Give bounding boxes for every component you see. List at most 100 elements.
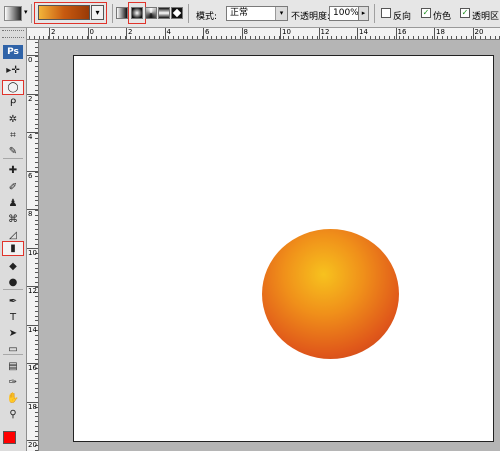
ruler-tick (105, 36, 107, 39)
vertical-ruler: 0 2 4 6 8 10 12 14 16 18 20 (27, 40, 39, 451)
ruler-tick (35, 176, 38, 178)
angle-gradient-button[interactable] (145, 7, 157, 19)
dither-label: 仿色 (433, 12, 452, 22)
ruler-tick (35, 334, 38, 336)
ruler-tick (91, 36, 93, 39)
ruler-tick (177, 36, 179, 39)
lasso-tool[interactable]: ᑭ (2, 96, 24, 111)
pen-tool[interactable]: ✒ (2, 294, 24, 309)
ruler-tick (35, 229, 38, 231)
ruler-tick (336, 36, 338, 39)
history-brush-tool[interactable]: ⌘ (2, 212, 24, 227)
magic-wand-tool[interactable]: ✲ (2, 112, 24, 127)
reverse-checkbox[interactable] (381, 8, 391, 18)
ruler-major-tick (472, 28, 474, 39)
ruler-tick (144, 36, 146, 39)
ruler-tick (221, 36, 222, 39)
ruler-tick (360, 36, 362, 39)
ruler-tick (35, 94, 38, 96)
ruler-tick (451, 36, 453, 39)
linear-gradient-button[interactable] (116, 7, 128, 19)
ruler-tick (43, 36, 45, 39)
notes-tool[interactable]: ▤ (2, 359, 24, 374)
tool-preset-arrow-icon[interactable]: ▾ (24, 8, 28, 16)
eyedropper-tool[interactable]: ✑ (2, 375, 24, 390)
toolbox-divider (3, 158, 23, 159)
ruler-tick (35, 142, 38, 144)
hand-tool-icon: ✋ (6, 393, 20, 404)
ruler-tick (480, 36, 482, 39)
ruler-tick (35, 267, 38, 269)
healing-brush-tool[interactable]: ✚ (2, 163, 24, 178)
opacity-slider-button[interactable]: ▸ (358, 6, 369, 21)
ruler-tick (35, 138, 38, 139)
ruler-tick (331, 36, 333, 39)
hand-tool[interactable]: ✋ (2, 391, 24, 406)
gradient-tool[interactable]: ▮ (2, 241, 24, 256)
crop-tool[interactable]: ⌗ (2, 128, 24, 143)
move-tool[interactable]: ▸✛ (2, 63, 24, 78)
dither-checkbox[interactable]: ✓ (421, 8, 431, 18)
divider (188, 4, 189, 23)
ruler-tick (35, 224, 38, 226)
lasso-tool-icon: ᑭ (9, 98, 17, 109)
ruler-tick (427, 36, 429, 39)
ruler-tick (494, 36, 496, 39)
history-brush-tool-icon: ⌘ (8, 214, 18, 225)
ruler-tick (57, 36, 59, 39)
gradient-picker-swatch[interactable] (38, 5, 90, 20)
ruler-tick (168, 36, 170, 39)
ruler-tick (437, 36, 438, 39)
ruler-tick (245, 36, 246, 39)
blur-tool[interactable]: ◆ (2, 259, 24, 274)
ruler-tick (35, 258, 38, 259)
mode-select[interactable]: 正常 ▾ (226, 6, 288, 21)
slice-tool[interactable]: ✎ (2, 144, 24, 159)
zoom-tool-icon: ⚲ (9, 409, 17, 420)
photoshop-logo[interactable]: Ps (3, 45, 23, 59)
ruler-tick (35, 51, 38, 53)
horizontal-ruler: 2 0 2 4 6 8 10 12 14 16 18 20 (27, 28, 500, 40)
type-tool[interactable]: T (2, 310, 24, 325)
slice-tool-icon: ✎ (8, 146, 18, 157)
elliptical-marquee-tool[interactable]: ◯ (2, 80, 24, 95)
ruler-tick (110, 36, 112, 39)
ruler-tick (35, 373, 38, 375)
ruler-label: 20 (474, 28, 484, 36)
ruler-label: 12 (320, 28, 330, 36)
ruler-tick (77, 36, 78, 39)
brush-tool[interactable]: ✐ (2, 180, 24, 195)
ruler-tick (35, 272, 38, 274)
gradient-picker-dropdown[interactable]: ▾ (91, 5, 104, 20)
ruler-tick (35, 123, 38, 125)
ruler-tick (35, 421, 38, 423)
foreground-color-swatch[interactable] (3, 431, 16, 444)
ruler-tick (225, 36, 227, 39)
ruler-tick (149, 36, 150, 39)
transparency-label: 透明区 (472, 12, 500, 22)
ruler-tick (53, 36, 54, 39)
ruler-label: 16 (28, 364, 37, 372)
transparency-checkbox[interactable]: ✓ (460, 8, 470, 18)
ruler-tick (35, 85, 38, 87)
clone-stamp-tool[interactable]: ♟ (2, 196, 24, 211)
notes-tool-icon: ▤ (8, 361, 18, 372)
ruler-tick (35, 147, 38, 149)
ruler-label: 8 (28, 210, 33, 218)
ruler-tick (35, 190, 38, 192)
radial-gradient-button[interactable] (131, 7, 143, 19)
reflected-gradient-button[interactable] (158, 7, 170, 19)
ruler-tick (139, 36, 141, 39)
tool-preset-picker[interactable] (4, 6, 22, 21)
ruler-tick (446, 36, 448, 39)
path-selection-tool[interactable]: ➤ (2, 326, 24, 341)
ruler-tick (365, 36, 366, 39)
dodge-tool[interactable]: ● (2, 275, 24, 290)
diamond-gradient-button[interactable] (171, 7, 183, 19)
eraser-tool-icon: ◿ (9, 230, 17, 241)
ruler-tick (35, 339, 38, 341)
ruler-tick (417, 36, 419, 39)
ruler-tick (35, 243, 38, 245)
toolbox-grip[interactable] (2, 30, 24, 38)
zoom-tool[interactable]: ⚲ (2, 407, 24, 422)
